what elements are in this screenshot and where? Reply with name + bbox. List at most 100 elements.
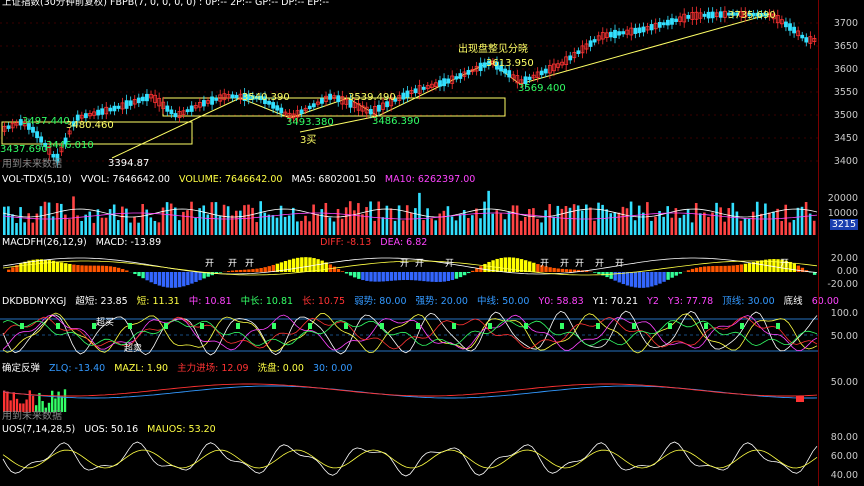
macd-bar bbox=[234, 270, 239, 272]
candle-body bbox=[234, 94, 239, 99]
macd-bar bbox=[80, 265, 84, 272]
candle-body bbox=[328, 93, 333, 100]
macd-open-marker: 开 bbox=[445, 258, 454, 269]
volume-bar bbox=[186, 210, 189, 235]
volume-bar bbox=[747, 218, 751, 235]
price-label: 3569.400 bbox=[518, 83, 566, 94]
macd-bar bbox=[727, 265, 731, 272]
volume-chart[interactable] bbox=[0, 173, 864, 235]
dkd-marker-bar bbox=[272, 323, 276, 329]
macd-bar bbox=[23, 261, 27, 272]
volume-bar bbox=[287, 215, 291, 235]
volume-bar bbox=[674, 208, 678, 235]
macd-bar bbox=[629, 272, 634, 287]
dkd-pane[interactable]: DKDBDNYXGJ 超短: 23.85 短: 11.31 中: 10.81 中… bbox=[0, 293, 864, 359]
candle-body bbox=[128, 100, 133, 106]
volume-bar bbox=[466, 217, 470, 235]
candle-body bbox=[230, 94, 235, 99]
macd-axis-label: 0.00 bbox=[836, 266, 858, 277]
volume-bar bbox=[556, 205, 560, 235]
macd-pane[interactable]: MACDFH(26,12,9) MACD: -13.89 DIFF: -8.13… bbox=[0, 236, 864, 292]
macd-open-marker: 开 bbox=[540, 258, 549, 269]
volume-bar bbox=[206, 214, 210, 235]
macd-open-marker: 开 bbox=[245, 258, 254, 269]
price-label: 3394.87 bbox=[108, 158, 150, 169]
macd-bar bbox=[64, 263, 68, 272]
volume-bar bbox=[275, 217, 279, 235]
dkd-marker-bar bbox=[56, 323, 60, 329]
macd-bar bbox=[218, 272, 223, 273]
macd-bar bbox=[772, 259, 776, 272]
price-pane[interactable]: 上证指数(30分钟前复权) FBPB(7, 0, 0, 0, 0) : 0P:-… bbox=[0, 0, 864, 172]
macd-bar bbox=[186, 272, 190, 286]
volume-bar bbox=[458, 214, 462, 235]
macd-bar bbox=[393, 272, 398, 281]
macd-bar bbox=[450, 272, 455, 281]
volume-bar bbox=[593, 220, 596, 235]
candle-body bbox=[271, 102, 276, 109]
candle-body bbox=[116, 105, 121, 109]
price-axis-label: 3700 bbox=[833, 18, 858, 29]
macd-bar bbox=[703, 266, 707, 272]
price-label: 3613.950 bbox=[486, 58, 534, 69]
price-label: 3497.440 bbox=[22, 116, 70, 127]
volume-bar bbox=[768, 212, 771, 235]
macd-chart[interactable]: 开开开开开开开开开开开开 bbox=[0, 236, 864, 292]
macd-bar bbox=[694, 267, 699, 272]
uos-axis-label: 60.00 bbox=[830, 451, 858, 462]
volume-bar bbox=[670, 217, 674, 235]
macd-bar bbox=[792, 263, 796, 272]
macd-bar bbox=[55, 261, 60, 272]
volume-bar bbox=[641, 212, 645, 235]
macd-open-marker: 开 bbox=[560, 258, 569, 269]
macd-bar bbox=[259, 267, 263, 272]
volume-bar bbox=[92, 222, 96, 235]
volume-pane[interactable]: VOL-TDX(5,10) VVOL: 7646642.00 VOLUME: 7… bbox=[0, 173, 864, 235]
candle-body bbox=[401, 92, 406, 100]
volume-bar bbox=[532, 208, 535, 235]
volume-bar bbox=[694, 203, 698, 235]
uos-chart[interactable] bbox=[0, 423, 864, 486]
qd-pane[interactable]: 确定反弹 ZLQ: -13.40 MAZL: 1.90 主力进场: 12.09 … bbox=[0, 360, 864, 422]
macd-bar bbox=[654, 272, 658, 286]
candle-body bbox=[320, 98, 324, 104]
candle-body bbox=[454, 76, 459, 80]
dkd-marker-bar bbox=[488, 323, 492, 329]
candle-body bbox=[108, 107, 113, 112]
macd-bar bbox=[43, 259, 48, 272]
volume-bar bbox=[230, 215, 234, 235]
macd-bar bbox=[552, 267, 556, 272]
macd-bar bbox=[243, 269, 247, 272]
candle-body bbox=[165, 105, 170, 112]
candle-body bbox=[527, 76, 532, 81]
pattern-note: 出现盘整见分晓 bbox=[458, 44, 528, 55]
volume-bar bbox=[760, 213, 763, 235]
volume-bar bbox=[96, 209, 100, 235]
qd-chart[interactable] bbox=[0, 360, 864, 422]
volume-bar bbox=[401, 220, 405, 235]
volume-bar bbox=[373, 220, 376, 235]
macd-bar bbox=[116, 267, 121, 272]
candle-body bbox=[368, 108, 373, 115]
macd-bar bbox=[495, 258, 499, 272]
candle-body bbox=[784, 21, 788, 28]
qd-axis-label: 50.00 bbox=[830, 377, 858, 388]
uos-pane[interactable]: UOS(7,14,28,5) UOS: 50.16 MAUOS: 53.20 8… bbox=[0, 423, 864, 486]
volume-bar bbox=[68, 219, 71, 235]
dkd-marker-bar bbox=[704, 323, 708, 329]
volume-bar bbox=[703, 212, 706, 235]
volume-bar bbox=[515, 205, 519, 235]
dkd-marker: 超卖 bbox=[124, 344, 143, 354]
macd-open-marker: 开 bbox=[415, 258, 424, 269]
qd-bar bbox=[63, 389, 67, 412]
trend-line bbox=[519, 13, 771, 85]
axis-separator bbox=[818, 0, 819, 486]
volume-bar bbox=[536, 218, 539, 235]
dkd-marker-bar bbox=[740, 323, 744, 329]
volume-bar bbox=[157, 222, 161, 235]
candle-body bbox=[702, 13, 707, 17]
volume-bar bbox=[723, 221, 726, 235]
price-chart[interactable] bbox=[0, 0, 864, 172]
volume-bar bbox=[31, 222, 35, 235]
macd-open-marker: 开 bbox=[575, 258, 584, 269]
